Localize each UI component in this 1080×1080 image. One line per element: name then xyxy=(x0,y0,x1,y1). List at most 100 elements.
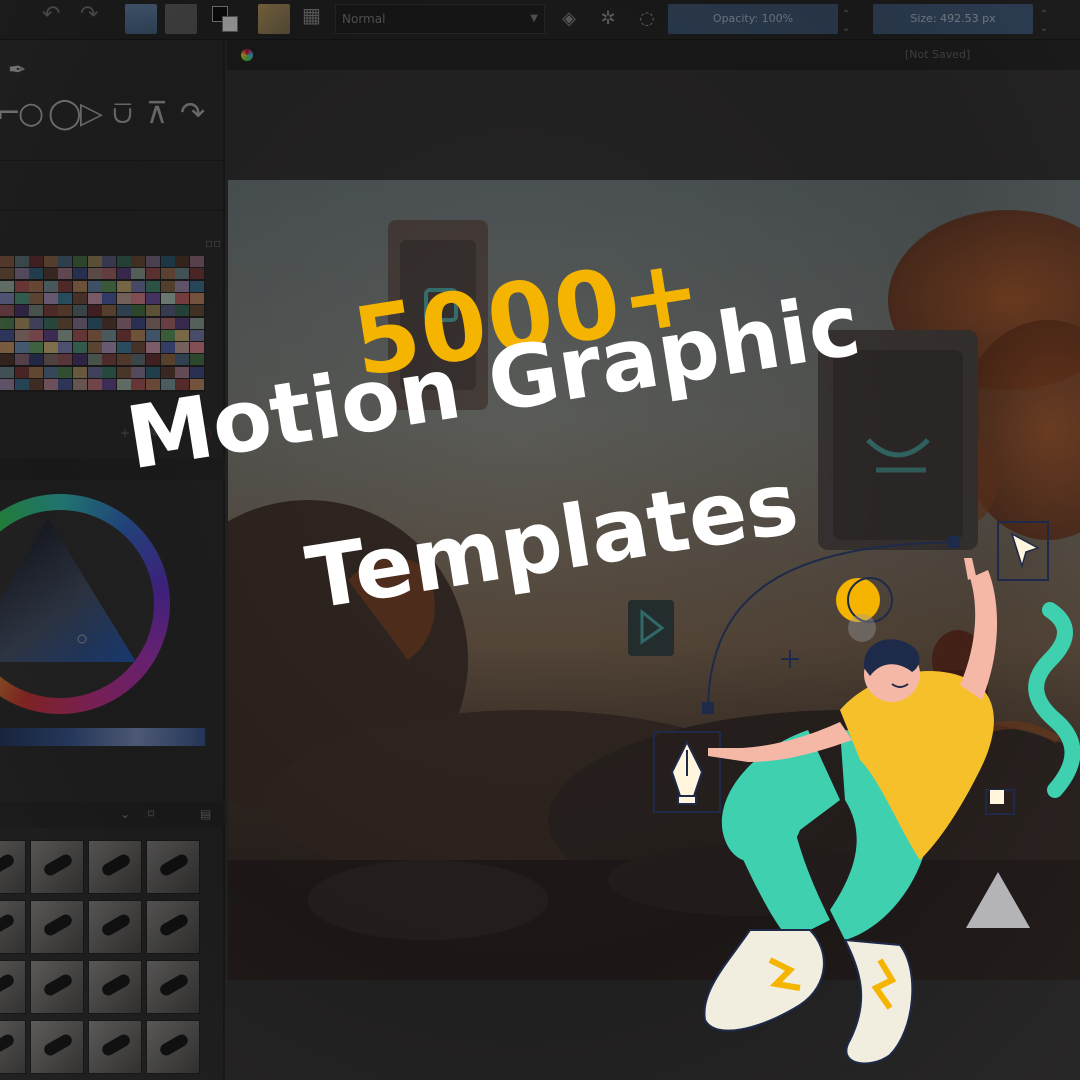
palette-swatch[interactable] xyxy=(73,256,87,267)
palette-swatch[interactable] xyxy=(87,329,102,341)
palette-swatch[interactable] xyxy=(58,305,73,317)
palette-swatch[interactable] xyxy=(43,317,58,329)
palette-swatch[interactable] xyxy=(87,292,102,304)
palette-swatch[interactable] xyxy=(14,268,29,280)
palette-swatch[interactable] xyxy=(131,292,146,304)
brush-preset-tile[interactable] xyxy=(146,840,200,894)
palette-swatch[interactable] xyxy=(146,280,160,292)
palette-swatch[interactable] xyxy=(73,379,87,390)
palette-swatch[interactable] xyxy=(0,379,14,390)
blend-mode-select[interactable]: Normal ▼ xyxy=(335,4,545,34)
brush-preset-tile[interactable] xyxy=(30,960,84,1014)
palette-swatch[interactable] xyxy=(131,280,146,292)
saturation-value-triangle[interactable] xyxy=(0,494,170,714)
palette-swatch[interactable] xyxy=(131,379,146,390)
palette-swatch[interactable] xyxy=(102,354,117,366)
freehand-brush-tool-icon[interactable]: ✒ xyxy=(8,58,26,83)
brush-preset-tile[interactable] xyxy=(146,960,200,1014)
palette-swatch[interactable] xyxy=(14,317,29,329)
size-spin-icon[interactable]: ⌃ ⌄ xyxy=(1040,8,1048,38)
palette-swatch[interactable] xyxy=(175,366,190,378)
palette-swatch[interactable] xyxy=(146,329,160,341)
brush-preset-tile[interactable] xyxy=(146,1020,200,1074)
undo-icon[interactable]: ↶ xyxy=(42,2,60,32)
palette-swatch[interactable] xyxy=(160,342,175,354)
preserve-alpha-icon[interactable]: ✲ xyxy=(595,4,621,34)
palette-swatch[interactable] xyxy=(43,354,58,366)
palette-swatch[interactable] xyxy=(43,379,58,390)
palette-swatch[interactable] xyxy=(116,305,131,317)
color-wheel[interactable] xyxy=(0,494,170,714)
palette-swatch[interactable] xyxy=(131,366,146,378)
palette-swatch[interactable] xyxy=(189,379,204,390)
palette-swatch[interactable] xyxy=(14,256,29,267)
print-icon[interactable]: ▤ xyxy=(200,807,211,821)
palette-swatch[interactable] xyxy=(160,292,175,304)
palette-swatch[interactable] xyxy=(116,256,131,267)
palette-swatch[interactable] xyxy=(160,366,175,378)
palette-swatch[interactable] xyxy=(58,379,73,390)
palette-swatch[interactable] xyxy=(14,379,29,390)
brush-preset-tile[interactable] xyxy=(88,900,142,954)
palette-swatch[interactable] xyxy=(146,354,160,366)
ellipse-tool-icon[interactable]: ○ xyxy=(18,96,47,131)
palette-swatch[interactable] xyxy=(14,366,29,378)
palette-swatch[interactable] xyxy=(29,305,44,317)
folder-icon[interactable]: ▭ xyxy=(172,426,183,440)
tag-icon[interactable]: ⌑ xyxy=(148,807,154,821)
palette-swatch[interactable] xyxy=(160,317,175,329)
opacity-spin-icon[interactable]: ⌃ ⌄ xyxy=(842,8,850,38)
palette-swatch[interactable] xyxy=(160,379,175,390)
dynamic-brush-tool-icon[interactable]: ↷ xyxy=(180,96,208,131)
palette-swatch[interactable] xyxy=(146,268,160,280)
palette-swatch[interactable] xyxy=(43,280,58,292)
palette-swatch[interactable] xyxy=(131,268,146,280)
palette-swatch[interactable] xyxy=(14,305,29,317)
color-history-bar[interactable] xyxy=(0,728,205,746)
grid-icon[interactable]: ▦ xyxy=(302,3,324,33)
palette-swatch[interactable] xyxy=(43,366,58,378)
brush-preset-tile[interactable] xyxy=(30,900,84,954)
palette-swatch[interactable] xyxy=(175,268,190,280)
palette-swatch[interactable] xyxy=(58,329,73,341)
palette-swatch[interactable] xyxy=(73,292,87,304)
palette-swatch[interactable] xyxy=(116,366,131,378)
palette-swatch[interactable] xyxy=(73,305,87,317)
palette-swatch[interactable] xyxy=(116,268,131,280)
palette-swatch[interactable] xyxy=(29,317,44,329)
palette-swatch[interactable] xyxy=(116,329,131,341)
palette-swatch[interactable] xyxy=(58,354,73,366)
palette-swatch[interactable] xyxy=(189,256,204,267)
palette-swatch[interactable] xyxy=(131,305,146,317)
bezier-tool-icon[interactable]: ⩂ xyxy=(112,96,136,131)
brush-preset-tile[interactable] xyxy=(0,1020,26,1074)
palette-swatch[interactable] xyxy=(102,366,117,378)
palette-swatch[interactable] xyxy=(0,366,14,378)
palette-swatch[interactable] xyxy=(87,256,102,267)
palette-swatch[interactable] xyxy=(14,354,29,366)
palette-swatch[interactable] xyxy=(160,268,175,280)
palette-swatch[interactable] xyxy=(58,366,73,378)
palette-swatch[interactable] xyxy=(146,366,160,378)
brush-preset-tile[interactable] xyxy=(88,960,142,1014)
palette-swatch[interactable] xyxy=(14,342,29,354)
brush-preset-tile[interactable] xyxy=(88,840,142,894)
freehand-path-tool-icon[interactable]: ⊼ xyxy=(146,96,171,131)
palette-swatch[interactable] xyxy=(0,317,14,329)
brush-preset-button[interactable] xyxy=(258,4,290,34)
palette-swatch[interactable] xyxy=(0,268,14,280)
palette-swatch[interactable] xyxy=(43,256,58,267)
palette-swatch[interactable] xyxy=(0,256,14,267)
palette-swatch[interactable] xyxy=(87,354,102,366)
foreground-background-colors[interactable] xyxy=(212,4,240,34)
palette-swatch[interactable] xyxy=(87,268,102,280)
palette-swatch[interactable] xyxy=(146,305,160,317)
palette-swatch[interactable] xyxy=(189,329,204,341)
palette-swatch[interactable] xyxy=(116,317,131,329)
palette-swatch[interactable] xyxy=(102,342,117,354)
pattern-preset-button[interactable] xyxy=(165,4,197,34)
palette-swatch[interactable] xyxy=(29,292,44,304)
palette-swatch[interactable] xyxy=(58,342,73,354)
palette-swatch[interactable] xyxy=(131,317,146,329)
delete-icon[interactable]: ◯ xyxy=(198,426,211,440)
